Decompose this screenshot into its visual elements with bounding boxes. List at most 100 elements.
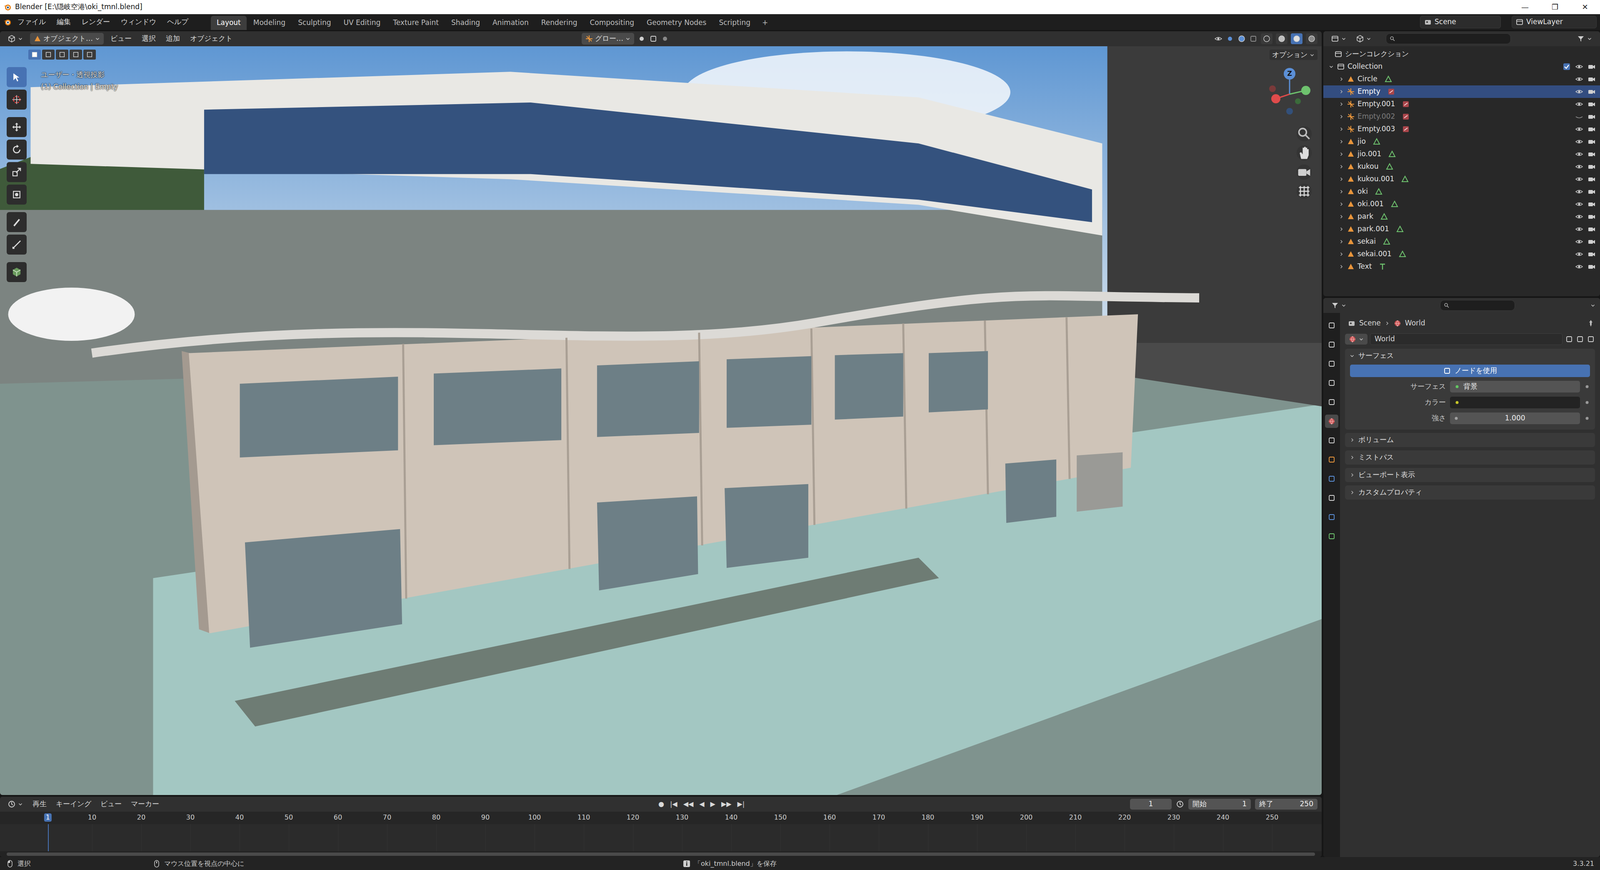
shading-mode-icon[interactable]: [1305, 33, 1318, 45]
eye-icon[interactable]: [1575, 225, 1584, 234]
eye-icon[interactable]: [1575, 62, 1584, 71]
select-mode-button[interactable]: [55, 49, 69, 60]
pivot-icon[interactable]: [637, 34, 646, 43]
shading-mode-icon[interactable]: [1290, 33, 1303, 45]
camera-icon[interactable]: [1587, 225, 1596, 234]
view-layer-field[interactable]: ViewLayer: [1511, 15, 1597, 28]
scene-collection-row[interactable]: シーンコレクション: [1323, 47, 1600, 61]
workspace-tab[interactable]: Geometry Nodes: [640, 15, 713, 30]
panel-header[interactable]: ビューポート表示: [1345, 467, 1595, 483]
playback-button[interactable]: ▶|: [735, 800, 747, 809]
select-mode-button[interactable]: [83, 49, 96, 60]
camera-icon[interactable]: [1587, 262, 1596, 271]
outliner-row[interactable]: Empty.002: [1323, 110, 1600, 123]
blender-logo-icon[interactable]: [3, 17, 12, 27]
exclude-checkbox-icon[interactable]: [1562, 62, 1571, 71]
menu-item[interactable]: レンダー: [76, 16, 115, 28]
camera-icon[interactable]: [1587, 87, 1596, 96]
timeline-scrollbar[interactable]: [0, 851, 1322, 858]
use-nodes-button[interactable]: ノードを使用: [1350, 364, 1590, 378]
workspace-tab[interactable]: Modeling: [247, 15, 292, 30]
maximize-button[interactable]: ❐: [1540, 0, 1570, 15]
tool-button[interactable]: [6, 89, 27, 110]
add-workspace-button[interactable]: +: [757, 15, 773, 30]
properties-tab[interactable]: [1325, 433, 1339, 448]
outliner-row[interactable]: park: [1323, 210, 1600, 223]
workspace-tab[interactable]: UV Editing: [337, 15, 387, 30]
eye-icon[interactable]: [1575, 212, 1584, 221]
eye-icon[interactable]: [1575, 237, 1584, 246]
outliner-row[interactable]: kukou.001: [1323, 172, 1600, 186]
end-frame-field[interactable]: 終了250: [1255, 798, 1318, 810]
properties-tab[interactable]: [1325, 337, 1339, 352]
eye-icon[interactable]: [1575, 262, 1584, 271]
camera-icon[interactable]: [1587, 137, 1596, 146]
camera-icon[interactable]: [1587, 100, 1596, 109]
camera-icon[interactable]: [1587, 75, 1596, 84]
workspace-tab[interactable]: Shading: [445, 15, 486, 30]
camera-icon[interactable]: [1587, 200, 1596, 209]
camera-icon[interactable]: [1587, 62, 1596, 71]
options-dropdown[interactable]: オプション: [1269, 49, 1318, 60]
visibility-icon[interactable]: [1214, 34, 1223, 43]
eye-icon[interactable]: [1575, 137, 1584, 146]
timeline-menu[interactable]: 再生: [29, 798, 50, 810]
menu-item[interactable]: ウィンドウ: [115, 16, 162, 28]
tool-button[interactable]: [6, 262, 27, 283]
eye-icon[interactable]: [1575, 150, 1584, 159]
playback-button[interactable]: ▶▶: [719, 800, 734, 809]
start-frame-field[interactable]: 開始1: [1188, 798, 1251, 810]
ortho-toggle-button[interactable]: [1296, 183, 1312, 199]
properties-tab[interactable]: [1325, 491, 1339, 505]
shading-mode-icon[interactable]: [1275, 33, 1288, 45]
keyframe-dot-icon[interactable]: [1584, 415, 1590, 422]
workspace-tab[interactable]: Animation: [486, 15, 535, 30]
menu-item[interactable]: 編集: [51, 16, 76, 28]
camera-icon[interactable]: [1587, 187, 1596, 196]
timeline-menu[interactable]: マーカー: [127, 798, 163, 810]
navigation-gizmo[interactable]: Z: [1266, 62, 1313, 120]
menu-item[interactable]: ファイル: [12, 16, 51, 28]
outliner-row[interactable]: sekai.001: [1323, 247, 1600, 261]
properties-tab[interactable]: [1325, 414, 1339, 428]
scene-field[interactable]: Scene: [1420, 15, 1501, 28]
panel-header[interactable]: ボリューム: [1345, 432, 1595, 448]
outliner-row[interactable]: Empty.001: [1323, 97, 1600, 111]
outliner-row[interactable]: Empty.003: [1323, 122, 1600, 136]
eye-icon[interactable]: [1575, 250, 1584, 259]
timeline-menu[interactable]: キーイング: [52, 798, 95, 810]
pin-icon[interactable]: [1586, 319, 1595, 328]
property-field[interactable]: [1450, 396, 1580, 409]
panel-header[interactable]: サーフェス: [1345, 348, 1595, 363]
xray-icon[interactable]: [1249, 34, 1258, 43]
editor-type-button[interactable]: [4, 33, 27, 45]
outliner-row[interactable]: oki: [1323, 185, 1600, 198]
frame-ruler[interactable]: 1102030405060708090100110120130140150160…: [0, 811, 1322, 825]
tool-button[interactable]: [6, 117, 27, 138]
current-frame-field[interactable]: 1: [1130, 798, 1172, 810]
pan-button[interactable]: [1296, 145, 1312, 161]
viewport-render[interactable]: [0, 46, 1322, 795]
eye-icon[interactable]: [1575, 87, 1584, 96]
properties-tab[interactable]: [1325, 472, 1339, 486]
filter-button[interactable]: [1573, 33, 1596, 45]
outliner-search[interactable]: [1385, 33, 1511, 45]
eye-icon[interactable]: [1575, 200, 1584, 209]
tool-button[interactable]: [6, 184, 27, 205]
properties-tab[interactable]: [1325, 395, 1339, 409]
tool-button[interactable]: [6, 234, 27, 255]
timeline-menu[interactable]: ビュー: [97, 798, 125, 810]
display-mode-button[interactable]: [1352, 33, 1375, 45]
workspace-tab[interactable]: Compositing: [583, 15, 640, 30]
record-button[interactable]: ●: [656, 800, 666, 809]
zoom-button[interactable]: [1296, 126, 1312, 142]
camera-icon[interactable]: [1587, 112, 1596, 121]
collection-row[interactable]: Collection: [1323, 60, 1600, 73]
proportional-icon[interactable]: [660, 34, 670, 43]
outliner-row[interactable]: Circle: [1323, 72, 1600, 86]
close-button[interactable]: ✕: [1570, 0, 1600, 15]
camera-icon[interactable]: [1587, 125, 1596, 134]
properties-tab[interactable]: [1325, 357, 1339, 371]
camera-icon[interactable]: [1587, 150, 1596, 159]
properties-tab[interactable]: [1325, 510, 1339, 524]
